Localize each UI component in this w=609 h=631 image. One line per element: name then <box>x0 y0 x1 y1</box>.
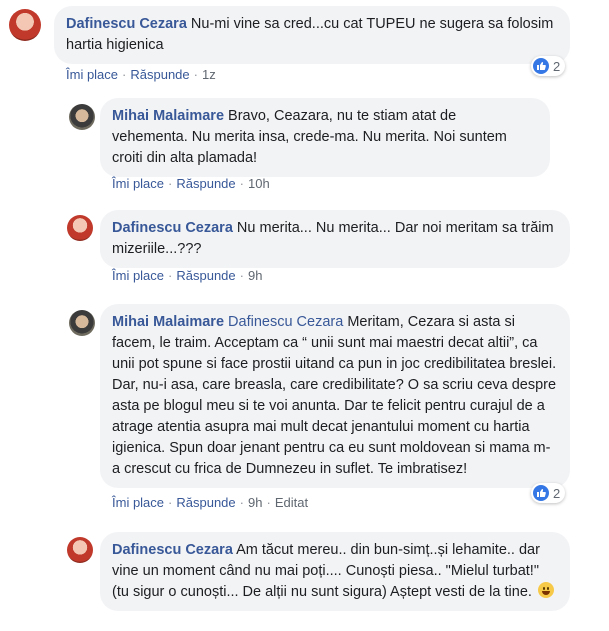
reply-button[interactable]: Răspunde <box>176 268 235 283</box>
author-name[interactable]: Mihai Malaimare <box>112 314 224 330</box>
author-name[interactable]: Dafinescu Cezara <box>112 220 233 236</box>
avatar[interactable] <box>69 104 95 130</box>
reaction-number: 2 <box>553 58 561 74</box>
avatar[interactable] <box>9 9 41 41</box>
reply-button[interactable]: Răspunde <box>176 495 235 510</box>
reaction-count[interactable]: 2 <box>531 56 566 76</box>
reaction-count[interactable]: 2 <box>531 483 566 503</box>
like-icon <box>533 485 549 501</box>
comment-actions: Îmi place · Răspunde · 1z <box>66 67 216 82</box>
reply-button[interactable]: Răspunde <box>176 176 235 191</box>
timestamp[interactable]: 10h <box>248 176 270 191</box>
edited-label[interactable]: Editat <box>275 495 308 510</box>
author-name[interactable]: Mihai Malaimare <box>112 108 224 124</box>
comment-bubble: Dafinescu Cezara Nu merita... Nu merita.… <box>100 210 570 268</box>
timestamp[interactable]: 9h <box>248 495 262 510</box>
avatar[interactable] <box>67 215 93 241</box>
grinning-face-emoji <box>537 582 554 598</box>
comment-bubble: Dafinescu Cezara Am tăcut mereu.. din bu… <box>100 532 570 611</box>
avatar[interactable] <box>69 310 95 336</box>
comment-actions: Îmi place · Răspunde · 9h · Editat <box>112 495 309 510</box>
author-name[interactable]: Dafinescu Cezara <box>66 16 187 32</box>
timestamp[interactable]: 9h <box>248 268 262 283</box>
comment-bubble: Mihai Malaimare Dafinescu Cezara Meritam… <box>100 304 570 488</box>
comment-text: Meritam, Cezara si asta si facem, le tra… <box>112 314 557 477</box>
like-button[interactable]: Îmi place <box>112 495 164 510</box>
reaction-number: 2 <box>553 485 561 501</box>
like-icon <box>533 58 549 74</box>
like-button[interactable]: Îmi place <box>112 268 164 283</box>
comment-bubble: Mihai Malaimare Bravo, Ceazara, nu te st… <box>100 98 550 177</box>
timestamp[interactable]: 1z <box>202 67 216 82</box>
like-button[interactable]: Îmi place <box>112 176 164 191</box>
comment-actions: Îmi place · Răspunde · 10h <box>112 176 270 191</box>
reply-button[interactable]: Răspunde <box>130 67 189 82</box>
like-button[interactable]: Îmi place <box>66 67 118 82</box>
avatar[interactable] <box>67 537 93 563</box>
mention-link[interactable]: Dafinescu Cezara <box>228 314 343 330</box>
comment-bubble: Dafinescu Cezara Nu-mi vine sa cred...cu… <box>54 6 570 64</box>
author-name[interactable]: Dafinescu Cezara <box>112 542 233 558</box>
comment-actions: Îmi place · Răspunde · 9h <box>112 268 263 283</box>
